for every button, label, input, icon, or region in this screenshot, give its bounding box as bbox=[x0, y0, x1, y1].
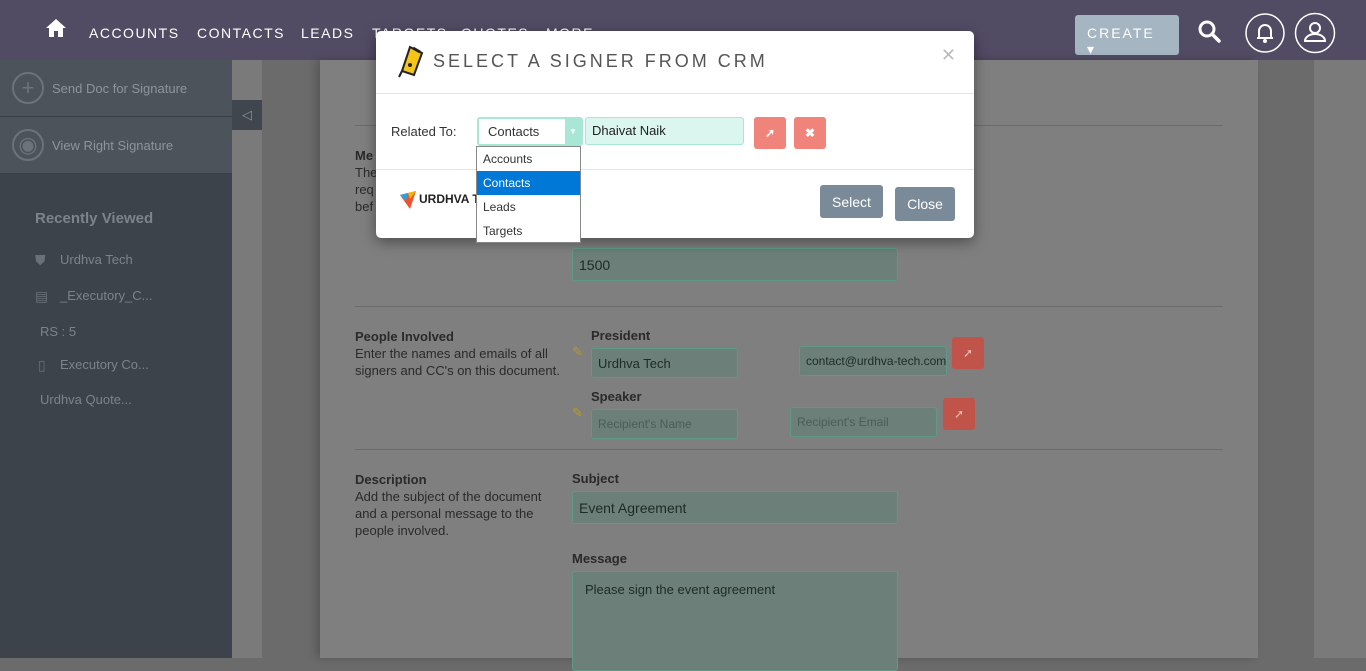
home-icon[interactable] bbox=[45, 17, 67, 39]
related-to-value: Contacts bbox=[488, 124, 540, 139]
president-label: President bbox=[591, 328, 651, 343]
logo-text: URDHVA TECH bbox=[419, 192, 476, 206]
divider bbox=[376, 169, 974, 170]
message-label: Message bbox=[572, 551, 627, 566]
speaker-email-field[interactable]: Recipient's Email bbox=[790, 407, 937, 437]
subject-field[interactable]: Event Agreement bbox=[572, 491, 898, 524]
plus-icon: + bbox=[12, 72, 44, 104]
pen-icon: ✎ bbox=[572, 405, 583, 420]
related-to-select[interactable]: Contacts ▼ bbox=[477, 117, 583, 146]
calendar-icon: ▤ bbox=[35, 288, 49, 304]
pen-icon: ✎ bbox=[572, 344, 583, 359]
president-name-field[interactable]: Urdhva Tech bbox=[591, 348, 738, 378]
president-select-button[interactable]: ➚ bbox=[952, 337, 984, 369]
selected-record-field[interactable]: Dhaivat Naik bbox=[585, 117, 744, 145]
option-accounts[interactable]: Accounts bbox=[477, 147, 580, 171]
description-label: Description bbox=[355, 472, 427, 487]
select-signer-modal: SELECT A SIGNER FROM CRM ✕ Related To: C… bbox=[376, 31, 974, 238]
right-gutter bbox=[1314, 60, 1366, 658]
related-to-dropdown: Accounts Contacts Leads Targets bbox=[476, 146, 581, 243]
sidebar: + Send Doc for Signature ◉ View Right Sign… bbox=[0, 60, 232, 658]
fountain-pen-icon bbox=[398, 45, 424, 78]
divider bbox=[355, 306, 1223, 307]
recently-viewed-title: Recently Viewed bbox=[35, 210, 154, 227]
president-email-field[interactable]: contact@urdhva-tech.com bbox=[799, 346, 947, 376]
modal-title: SELECT A SIGNER FROM CRM bbox=[433, 51, 768, 71]
send-doc-action[interactable]: + Send Doc for Signature bbox=[0, 60, 232, 117]
gutter bbox=[232, 60, 262, 658]
view-signature-label: View Right Signature bbox=[52, 137, 174, 153]
people-involved-label: People Involved bbox=[355, 329, 454, 344]
send-doc-label: Send Doc for Signature bbox=[52, 80, 188, 96]
speaker-select-button[interactable]: ➚ bbox=[943, 398, 975, 430]
nav-contacts[interactable]: CONTACTS bbox=[197, 25, 285, 41]
search-icon[interactable] bbox=[1197, 19, 1223, 45]
divider bbox=[376, 93, 974, 94]
option-contacts[interactable]: Contacts bbox=[477, 171, 580, 195]
select-button[interactable]: Select bbox=[820, 185, 883, 218]
shield-icon: ⛊ bbox=[35, 252, 46, 268]
nav-accounts[interactable]: ACCOUNTS bbox=[89, 25, 180, 41]
select-record-button[interactable]: ➚ bbox=[754, 117, 786, 149]
eye-icon: ◉ bbox=[12, 129, 44, 161]
notifications-icon[interactable] bbox=[1244, 12, 1288, 58]
close-button[interactable]: Close bbox=[895, 187, 955, 221]
recent-item[interactable]: _Executory_C... bbox=[60, 288, 153, 303]
people-involved-desc: Enter the names and emails of all signer… bbox=[355, 346, 560, 378]
divider bbox=[355, 449, 1223, 450]
option-targets[interactable]: Targets bbox=[477, 219, 580, 243]
option-leads[interactable]: Leads bbox=[477, 195, 580, 219]
message-textarea[interactable]: Please sign the event agreement bbox=[572, 571, 898, 671]
description-desc: Add the subject of the document and a pe… bbox=[355, 489, 542, 538]
clear-record-button[interactable]: ✖ bbox=[794, 117, 826, 149]
speaker-name-field[interactable]: Recipient's Name bbox=[591, 409, 738, 439]
create-button[interactable]: CREATE ▾ bbox=[1075, 15, 1179, 57]
recent-item[interactable]: RS : 5 bbox=[40, 324, 76, 339]
recent-item[interactable]: Urdhva Tech bbox=[60, 252, 133, 267]
recent-item[interactable]: Executory Co... bbox=[60, 357, 149, 372]
view-signature-action[interactable]: ◉ View Right Signature bbox=[0, 117, 232, 174]
recent-item[interactable]: Urdhva Quote... bbox=[40, 392, 132, 407]
urdhva-logo bbox=[400, 191, 416, 209]
message-section-desc: The req bef bbox=[355, 165, 378, 214]
related-to-label: Related To: bbox=[391, 124, 457, 139]
document-icon: ▯ bbox=[38, 357, 46, 373]
nav-leads[interactable]: LEADS bbox=[301, 25, 354, 41]
speaker-label: Speaker bbox=[591, 389, 642, 404]
chevron-down-icon: ▼ bbox=[565, 119, 581, 144]
user-avatar-icon[interactable] bbox=[1294, 12, 1336, 54]
close-icon[interactable]: ✕ bbox=[941, 45, 956, 66]
subject-label: Subject bbox=[572, 471, 619, 486]
amount-field[interactable]: 1500 bbox=[572, 248, 898, 281]
sidebar-collapse-button[interactable]: ◁ bbox=[232, 100, 262, 130]
message-section-label: Me bbox=[355, 148, 374, 163]
